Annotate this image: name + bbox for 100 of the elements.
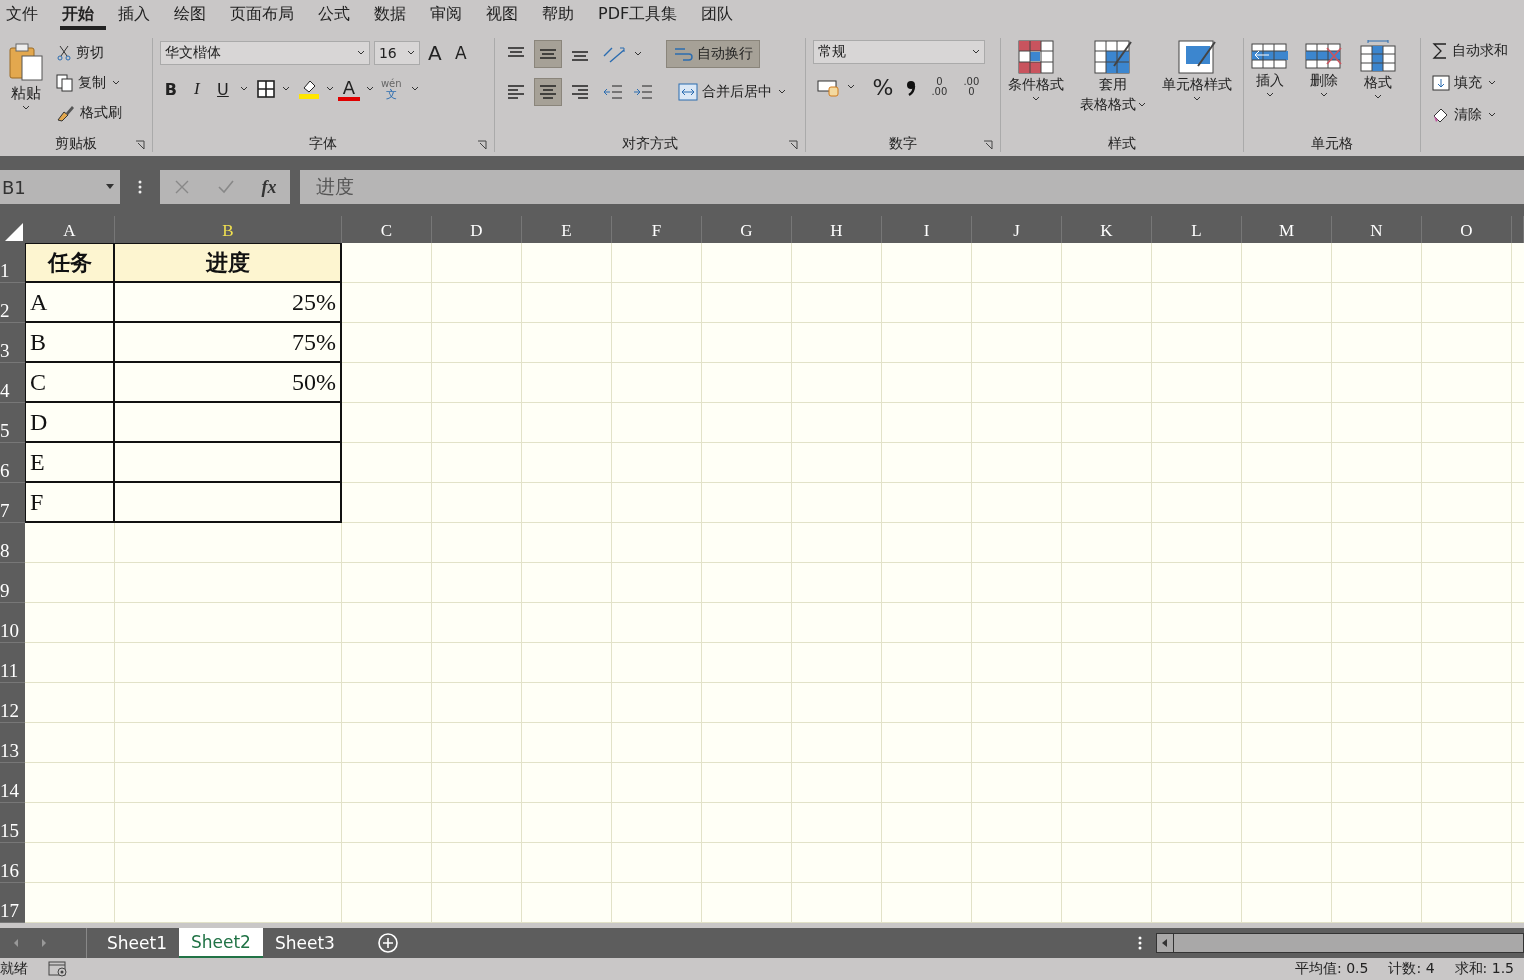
row-header[interactable]: 3 [0, 323, 25, 363]
currency-icon[interactable] [817, 77, 842, 97]
column-header[interactable]: K [1062, 216, 1152, 243]
font-size-dropdown[interactable]: 16 [373, 41, 420, 65]
increase-decimal-button[interactable]: 0 .00 [928, 74, 951, 100]
row-header[interactable]: 8 [0, 523, 25, 563]
sheet-tab[interactable]: Sheet1 [95, 928, 179, 958]
row-header[interactable]: 1 [0, 243, 25, 283]
add-sheet-icon[interactable] [376, 932, 399, 954]
column-header[interactable]: H [792, 216, 882, 243]
column-header[interactable]: B [115, 216, 342, 243]
row-header[interactable]: 11 [0, 643, 25, 683]
delete-cells-button[interactable]: 删除 [1301, 40, 1348, 132]
column-header[interactable]: A [25, 216, 115, 243]
dialog-launcher-icon[interactable] [476, 140, 487, 150]
wrap-text-button[interactable]: 自动换行 [665, 40, 760, 68]
column-header[interactable]: L [1152, 216, 1242, 243]
vertical-align-button[interactable] [533, 40, 562, 68]
percent-button[interactable]: % [869, 74, 897, 100]
autosum-button[interactable]: 自动求和 [1432, 38, 1524, 64]
row-header[interactable]: 5 [0, 403, 25, 443]
ribbon-tab[interactable]: 公式 [316, 0, 362, 30]
dialog-launcher-icon[interactable] [983, 140, 994, 150]
borders-icon[interactable] [255, 79, 276, 99]
more-options-icon[interactable] [1138, 936, 1142, 950]
font-name-dropdown[interactable]: 华文楷体 [159, 41, 370, 65]
column-header[interactable]: M [1242, 216, 1332, 243]
column-header[interactable]: D [432, 216, 522, 243]
caret-icon[interactable] [281, 86, 290, 92]
ribbon-tab[interactable]: 开始 [60, 0, 106, 30]
column-header[interactable]: N [1332, 216, 1422, 243]
name-box[interactable]: B1 [0, 170, 120, 204]
row-header[interactable]: 7 [0, 483, 25, 523]
row-header[interactable]: 4 [0, 363, 25, 403]
font-color-button[interactable]: A [337, 77, 360, 101]
row-header[interactable]: 15 [0, 803, 25, 843]
caret-icon[interactable] [239, 86, 248, 92]
caret-icon[interactable] [633, 51, 642, 57]
clear-button[interactable]: 清除 [1432, 102, 1524, 128]
decrease-indent-icon[interactable] [601, 83, 624, 101]
horizontal-align-button[interactable] [533, 78, 562, 106]
conditional-formatting-button[interactable]: 条件格式 [1004, 40, 1069, 132]
row-header[interactable]: 12 [0, 683, 25, 723]
column-header[interactable]: O [1422, 216, 1512, 243]
more-options-icon[interactable] [138, 180, 142, 194]
row-header[interactable]: 17 [0, 883, 25, 923]
phonetic-button[interactable]: wén 文 [377, 76, 405, 102]
bold-button[interactable]: B [159, 76, 182, 102]
row-header[interactable]: 13 [0, 723, 25, 763]
format-painter-button[interactable]: 格式刷 [56, 100, 122, 126]
grow-font-button[interactable]: A [423, 40, 446, 66]
column-header[interactable]: J [972, 216, 1062, 243]
scroll-left-icon[interactable] [1162, 939, 1168, 947]
fill-button[interactable]: 填充 [1432, 70, 1524, 96]
underline-button[interactable]: U [211, 76, 234, 102]
ribbon-tab[interactable]: 数据 [372, 0, 418, 30]
text-orientation-icon[interactable] [601, 44, 628, 64]
cell-styles-button[interactable]: 单元格样式 [1158, 40, 1237, 132]
row-header[interactable]: 10 [0, 603, 25, 643]
caret-icon[interactable] [325, 86, 334, 92]
column-header[interactable]: F [612, 216, 702, 243]
dialog-launcher-icon[interactable] [788, 140, 799, 150]
column-header[interactable]: E [522, 216, 612, 243]
insert-cells-button[interactable]: 插入 [1247, 40, 1294, 132]
row-header[interactable]: 2 [0, 283, 25, 323]
sheet-tab[interactable]: Sheet2 [178, 928, 263, 958]
horizontal-scrollbar[interactable] [1156, 933, 1524, 953]
cut-button[interactable]: 剪切 [56, 40, 122, 66]
row-header[interactable]: 14 [0, 763, 25, 803]
dialog-launcher-icon[interactable] [134, 140, 145, 150]
merge-center-button[interactable]: 合并后居中 [677, 79, 786, 105]
formula-input[interactable]: 进度 [300, 170, 1524, 204]
caret-icon[interactable] [847, 84, 856, 90]
ribbon-tab[interactable]: 插入 [116, 0, 162, 30]
sheet-tab[interactable]: Sheet3 [262, 928, 347, 958]
column-header[interactable]: I [882, 216, 972, 243]
fill-color-icon[interactable] [297, 78, 320, 100]
ribbon-tab[interactable]: PDF工具集 [596, 0, 690, 30]
ribbon-tab[interactable]: 审阅 [428, 0, 474, 30]
ribbon-tab[interactable]: 文件 [4, 0, 50, 30]
select-all-button[interactable] [0, 216, 25, 243]
column-header[interactable]: G [702, 216, 792, 243]
row-header[interactable]: 16 [0, 843, 25, 883]
ribbon-tab[interactable]: 帮助 [540, 0, 586, 30]
ribbon-tab[interactable]: 绘图 [172, 0, 218, 30]
decrease-decimal-button[interactable]: .00 0 [960, 74, 983, 100]
macro-recording-icon[interactable] [48, 961, 68, 977]
shrink-font-button[interactable]: A [449, 40, 472, 66]
insert-function-button[interactable]: fx [261, 176, 277, 198]
number-format-dropdown[interactable]: 常规 [813, 40, 986, 64]
row-header[interactable]: 9 [0, 563, 25, 603]
increase-indent-icon[interactable] [631, 83, 654, 101]
italic-button[interactable]: I [185, 76, 208, 102]
copy-button[interactable]: 复制 [56, 70, 122, 96]
caret-icon[interactable] [410, 86, 419, 92]
format-cells-button[interactable]: 格式 [1355, 40, 1402, 132]
ribbon-tab[interactable]: 团队 [699, 0, 746, 30]
caret-icon[interactable] [365, 86, 374, 92]
row-header[interactable]: 6 [0, 443, 25, 483]
format-as-table-button[interactable]: 套用 表格格式 [1076, 40, 1151, 132]
